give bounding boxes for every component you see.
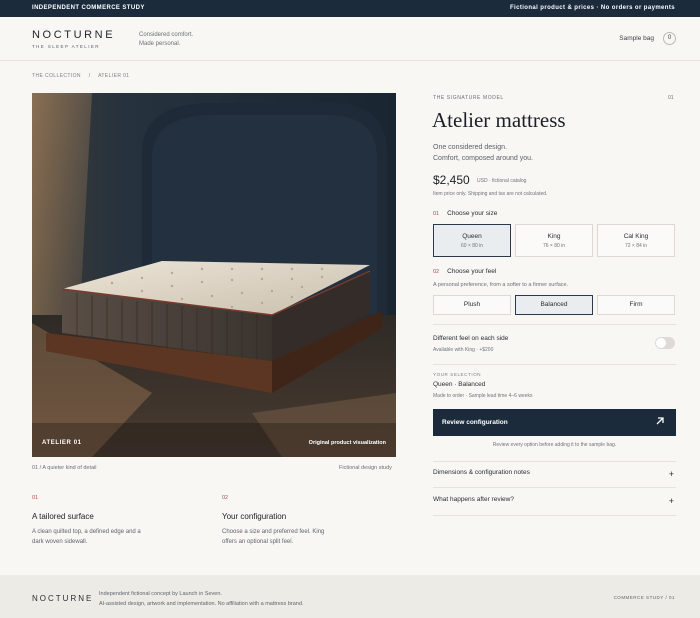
plus-icon: + — [668, 469, 674, 479]
breadcrumb-separator: / — [88, 73, 91, 79]
review-configuration-button[interactable]: Review configuration — [433, 409, 676, 436]
feel-section-heading: 02 Choose your feel — [433, 268, 496, 275]
divider — [433, 324, 676, 325]
selection-value: Queen · Balanced — [433, 381, 486, 388]
feature-title: A tailored surface — [32, 512, 94, 521]
section-number: 02 — [433, 269, 440, 275]
review-note: Review every option before adding it to … — [492, 442, 617, 448]
footer-logo: NOCTURNE — [32, 594, 94, 603]
hero-visualization-note: Original product visualization — [308, 440, 386, 446]
divider — [433, 487, 676, 488]
footer-text: Independent fictional concept by Launch … — [99, 589, 303, 609]
section-title: Choose your size — [447, 210, 498, 217]
size-name: King — [547, 233, 561, 240]
breadcrumb: THE COLLECTION / ATELIER 01 — [32, 73, 135, 79]
product-price: $2,450 — [433, 173, 470, 187]
toggle-knob — [656, 338, 666, 348]
breadcrumb-collection[interactable]: THE COLLECTION — [32, 73, 81, 79]
price-disclaimer: Item price only. Shipping and tax are no… — [433, 191, 548, 197]
product-kicker-number: 01 — [668, 95, 674, 101]
accordion-dimensions[interactable]: Dimensions & configuration notes + — [433, 469, 676, 479]
feature-number: 01 — [32, 495, 39, 501]
size-section-heading: 01 Choose your size — [433, 210, 497, 217]
tagline-line-1: Considered comfort. — [139, 32, 194, 38]
hero-label: ATELIER 01 — [42, 440, 82, 446]
bag-count-badge[interactable]: 0 — [663, 32, 676, 45]
button-label: Review configuration — [442, 419, 508, 426]
breadcrumb-current: ATELIER 01 — [98, 73, 130, 79]
site-footer: NOCTURNE Independent fictional concept b… — [0, 575, 700, 618]
size-dimensions: 72 × 84 in — [624, 243, 648, 249]
header-tagline: Considered comfort. Made personal. — [139, 31, 239, 49]
accordion-after-review[interactable]: What happens after review? + — [433, 496, 676, 506]
divider — [433, 364, 676, 365]
split-feel-title: Different feel on each side — [433, 335, 509, 342]
size-name: Cal King — [623, 233, 649, 240]
size-dimensions: 60 × 80 in — [460, 243, 484, 249]
product-title: Atelier mattress — [432, 108, 566, 132]
feel-option-plush[interactable]: Plush — [433, 295, 511, 315]
image-caption: 01 / A quieter kind of detail — [32, 465, 97, 471]
size-option-cal-king[interactable]: Cal King 72 × 84 in — [597, 224, 675, 257]
product-subtitle: One considered design. Comfort, composed… — [433, 142, 533, 164]
divider — [433, 515, 676, 516]
split-feel-toggle[interactable] — [655, 337, 675, 349]
feel-option-firm[interactable]: Firm — [597, 295, 675, 315]
divider — [433, 461, 676, 462]
sample-bag-link[interactable]: Sample bag — [619, 35, 654, 42]
feature-description-line: offers an optional split feel. — [222, 539, 294, 545]
banner-right-text: Fictional product & prices · No orders o… — [509, 5, 675, 11]
section-number: 01 — [433, 211, 440, 217]
price-currency-note: USD · fictional catalog — [477, 178, 527, 184]
banner-left-text: INDEPENDENT COMMERCE STUDY — [32, 5, 145, 11]
footer-line-2: AI-assisted design, artwork and implemen… — [99, 601, 304, 607]
product-kicker: THE SIGNATURE MODEL — [433, 95, 504, 101]
product-image: ATELIER 01 Original product visualizatio… — [32, 93, 396, 457]
size-option-queen[interactable]: Queen 60 × 80 in — [433, 224, 511, 257]
feature-description-line: dark woven sidewall. — [32, 539, 88, 545]
mattress-illustration — [32, 93, 396, 457]
subtitle-line-1: One considered design. — [433, 144, 507, 151]
feel-option-balanced[interactable]: Balanced — [515, 295, 593, 315]
feel-description: A personal preference, from a softer to … — [433, 282, 569, 288]
accordion-label: Dimensions & configuration notes — [433, 469, 530, 476]
size-name: Queen — [462, 233, 482, 240]
footer-right-label: COMMERCE STUDY / 01 — [613, 595, 675, 600]
brand-subtitle: THE SLEEP ATELIER — [32, 44, 100, 49]
size-dimensions: 76 × 80 in — [542, 243, 566, 249]
feature-your-configuration: 02 Your configuration Choose a size and … — [222, 495, 392, 547]
accordion-label: What happens after review? — [433, 496, 514, 503]
feature-description-line: A clean quilted top, a defined edge and … — [32, 529, 141, 535]
image-caption-note: Fictional design study — [339, 465, 392, 471]
site-header: NOCTURNE THE SLEEP ATELIER Considered co… — [0, 17, 700, 61]
plus-icon: + — [668, 496, 674, 506]
feature-number: 02 — [222, 495, 229, 501]
feature-title: Your configuration — [222, 512, 287, 521]
tagline-line-2: Made personal. — [139, 41, 181, 47]
feature-description: Choose a size and preferred feel. King o… — [222, 527, 392, 547]
feature-tailored-surface: 01 A tailored surface A clean quilted to… — [32, 495, 202, 547]
footer-line-1: Independent fictional concept by Launch … — [99, 591, 222, 597]
brand-logo[interactable]: NOCTURNE — [32, 29, 115, 41]
size-option-king[interactable]: King 76 × 80 in — [515, 224, 593, 257]
split-feel-subtitle: Available with King · +$200 — [433, 347, 494, 353]
selection-lead-time: Made to order · Sample lead time 4–6 wee… — [433, 393, 533, 399]
section-title: Choose your feel — [447, 268, 497, 275]
selection-label: YOUR SELECTION — [433, 372, 482, 377]
feature-description: A clean quilted top, a defined edge and … — [32, 527, 202, 547]
arrow-up-right-icon — [656, 417, 664, 425]
feature-description-line: Choose a size and preferred feel. King — [222, 529, 325, 535]
subtitle-line-2: Comfort, composed around you. — [433, 155, 533, 162]
top-banner: INDEPENDENT COMMERCE STUDY Fictional pro… — [0, 0, 700, 17]
